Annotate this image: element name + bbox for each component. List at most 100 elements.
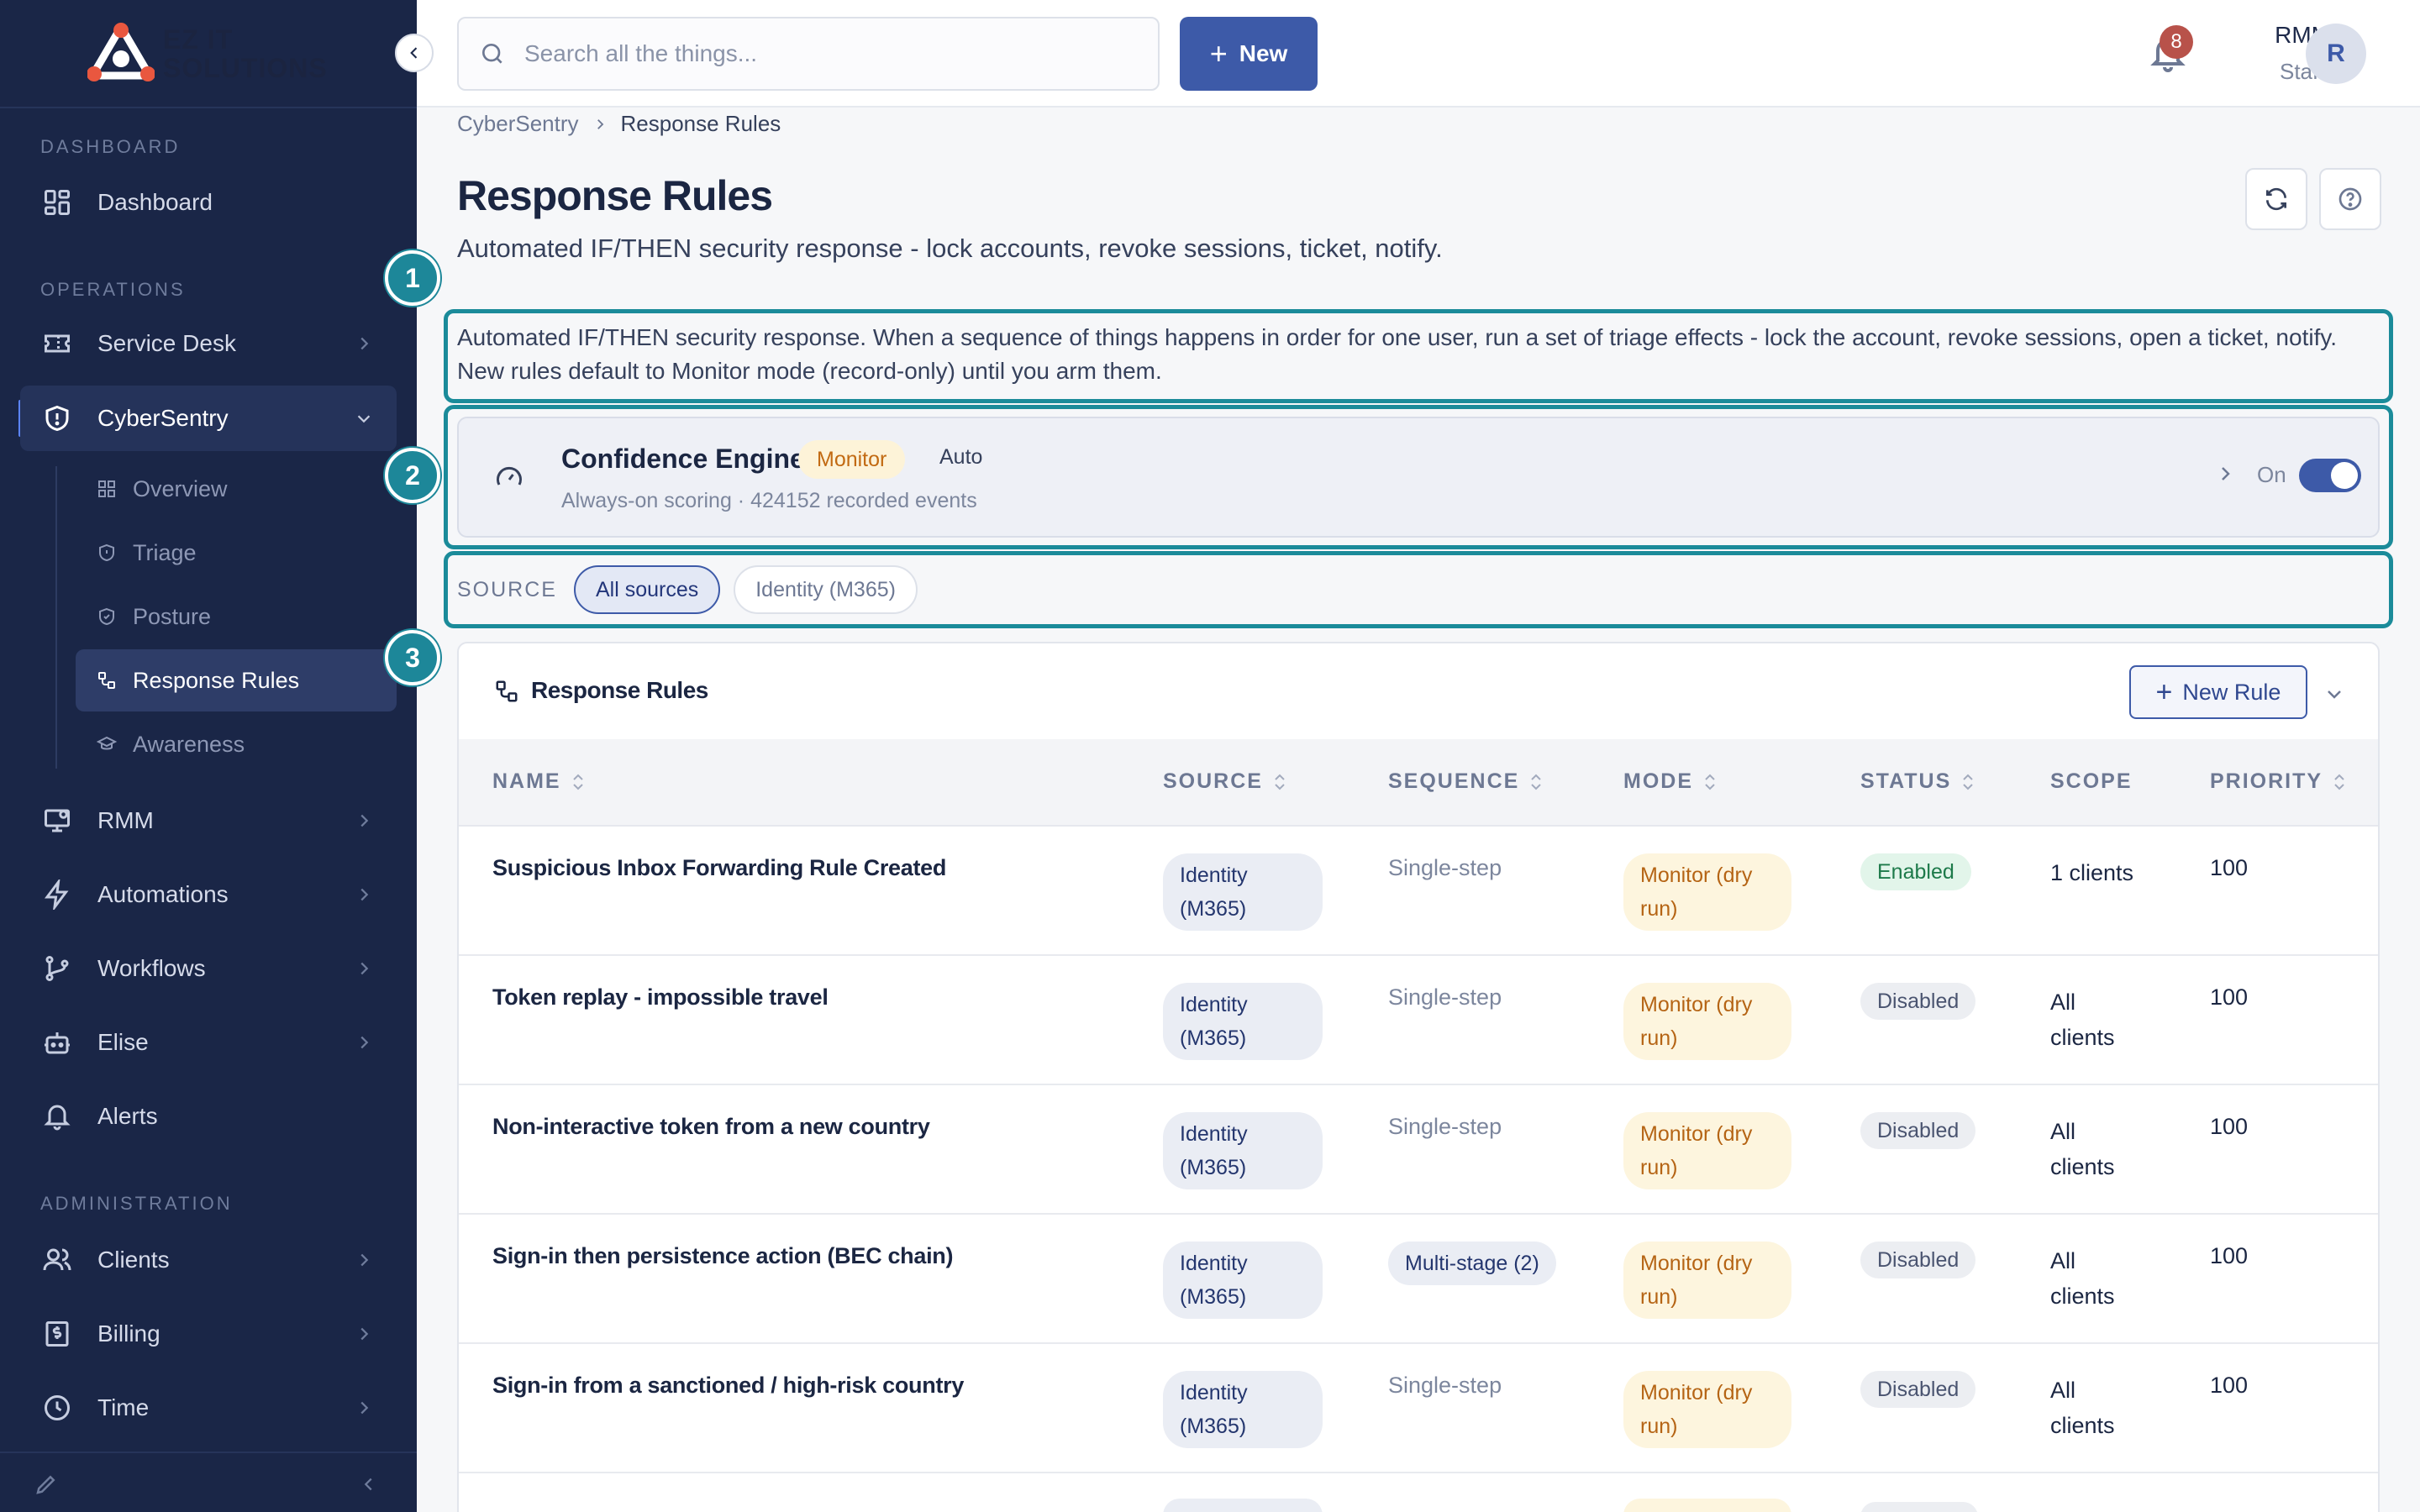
column-header-mode[interactable]: MODE [1623,769,1717,794]
sidebar-item-rmm[interactable]: RMM [20,788,397,853]
engine-mode-badge: Monitor [798,440,906,479]
rule-status-badge [1860,1502,1978,1512]
source-chip-all[interactable]: All sources [573,565,721,614]
rule-scope: All clients [2050,990,2115,1050]
chevron-right-icon [360,337,369,350]
rule-name[interactable]: Token replay - impossible travel [492,984,829,1011]
page-description: Automated IF/THEN security response. Whe… [457,324,2338,384]
table-row[interactable]: Suspicious Inbox Forwarding Rule Created… [459,827,2378,956]
bot-icon [40,1026,74,1059]
rule-priority: 100 [2210,1243,2249,1268]
git-branch-icon [40,952,74,985]
table-row-partial[interactable] [459,1473,2378,1512]
rule-name[interactable]: Sign-in from a sanctioned / high-risk co… [492,1373,964,1399]
rule-name[interactable]: Non-interactive token from a new country [492,1114,930,1140]
sidebar-subitem-posture[interactable]: Posture [76,585,397,648]
search-input[interactable] [524,40,1113,67]
sidebar-item-service-desk[interactable]: Service Desk [20,311,397,376]
new-button[interactable]: + New [1180,17,1318,91]
sidebar-item-billing[interactable]: Billing [20,1301,397,1367]
grid-icon [96,478,118,500]
breadcrumb-current: Response Rules [620,111,781,136]
search-box[interactable] [457,17,1160,91]
avatar[interactable]: R [2306,24,2366,84]
chevron-right-icon [597,118,603,129]
table-row[interactable]: Token replay - impossible travel Identit… [459,956,2378,1085]
column-label: PRIORITY [2210,769,2323,793]
sidebar-subitem-awareness[interactable]: Awareness [76,713,397,775]
column-header-source[interactable]: SOURCE [1163,769,1286,794]
sort-icon [2334,774,2344,790]
step-marker-3: 3 [385,630,440,685]
sidebar-collapse-button[interactable] [395,34,434,72]
table-row[interactable]: Sign-in then persistence action (BEC cha… [459,1215,2378,1344]
chevron-left-icon[interactable] [360,1475,378,1494]
sidebar-item-clients[interactable]: Clients [20,1227,397,1293]
sidebar-item-label: Elise [97,1029,149,1055]
chevron-right-icon [360,888,369,901]
rule-sequence: Single-step [1388,984,1502,1010]
sidebar-item-label: CyberSentry [97,405,229,431]
source-chip-identity[interactable]: Identity (M365) [734,565,918,614]
sidebar-item-label: Billing [97,1320,160,1347]
section-label-dashboard: DASHBOARD [40,136,181,157]
refresh-button[interactable] [2245,168,2307,230]
help-button[interactable] [2319,168,2381,230]
chevron-down-icon [357,415,371,423]
sidebar-item-cybersentry[interactable]: CyberSentry [20,386,397,451]
rule-sequence: Single-step [1388,1114,1502,1139]
rule-name[interactable]: Sign-in then persistence action (BEC cha… [492,1243,953,1269]
section-label-operations: OPERATIONS [40,279,186,300]
table-row[interactable]: Non-interactive token from a new country… [459,1085,2378,1215]
sidebar-item-workflows[interactable]: Workflows [20,936,397,1001]
table-row[interactable]: Sign-in from a sanctioned / high-risk co… [459,1344,2378,1473]
rule-mode-badge: Monitor (dry run) [1623,1371,1791,1448]
users-icon [40,1243,74,1277]
chevron-right-icon[interactable] [2215,464,2235,484]
rule-mode-badge: Monitor (dry run) [1623,853,1791,931]
rule-priority: 100 [2210,1114,2249,1139]
engine-toggle[interactable] [2299,459,2361,492]
sidebar-item-time[interactable]: Time [20,1375,397,1441]
brand-logo[interactable]: EZ IT SOLUTIONS [87,22,339,86]
rule-sequence: Single-step [1388,1373,1502,1398]
column-header-sequence[interactable]: SEQUENCE [1388,769,1543,794]
sidebar-subitem-label: Awareness [133,731,245,757]
plus-icon: + [1209,36,1228,71]
rule-source-badge: Identity (M365) [1163,1112,1323,1189]
new-rule-button[interactable]: + New Rule [2129,665,2307,719]
sidebar-item-label: Time [97,1394,150,1420]
sidebar-item-elise[interactable]: Elise [20,1010,397,1075]
shield-check-icon [96,606,118,627]
submenu-line [55,466,57,769]
rule-source-badge: Identity (M365) [1163,1242,1323,1319]
sidebar-subitem-triage[interactable]: Triage [76,522,397,584]
engine-state-label: On [2257,462,2286,487]
search-icon [482,44,502,64]
rule-source-badge: Identity (M365) [1163,1371,1323,1448]
notification-count-badge: 8 [2160,25,2193,59]
sidebar-item-dashboard[interactable]: Dashboard [20,170,397,235]
sidebar-item-label: Dashboard [97,189,213,215]
sort-icon [1705,774,1715,790]
confidence-engine-panel[interactable]: Confidence Engine Monitor Auto Always-on… [457,417,2380,538]
column-header-priority[interactable]: PRIORITY [2210,769,2346,794]
sidebar-subitem-overview[interactable]: Overview [76,458,397,520]
breadcrumb-parent[interactable]: CyberSentry [457,111,579,137]
rule-status-badge: Disabled [1860,1242,1976,1278]
sidebar-subitem-response-rules[interactable]: Response Rules [76,649,397,711]
rule-source-badge: Identity (M365) [1163,853,1323,931]
breadcrumb: CyberSentry Response Rules [457,111,781,137]
brand-name: EZ IT SOLUTIONS [163,24,328,83]
column-header-status[interactable]: STATUS [1860,769,1975,794]
pencil-icon[interactable] [34,1472,59,1497]
rule-priority: 100 [2210,855,2249,880]
column-header-name[interactable]: NAME [492,769,585,794]
monitor-icon [40,804,74,837]
sidebar-item-automations[interactable]: Automations [20,862,397,927]
chevron-down-icon[interactable] [2324,684,2344,704]
sidebar-item-alerts[interactable]: Alerts [20,1084,397,1149]
engine-meta: Always-on scoring · 424152 recorded even… [561,489,977,512]
rule-name[interactable]: Suspicious Inbox Forwarding Rule Created [492,855,946,881]
page-subtitle: Automated IF/THEN security response - lo… [457,234,1443,263]
